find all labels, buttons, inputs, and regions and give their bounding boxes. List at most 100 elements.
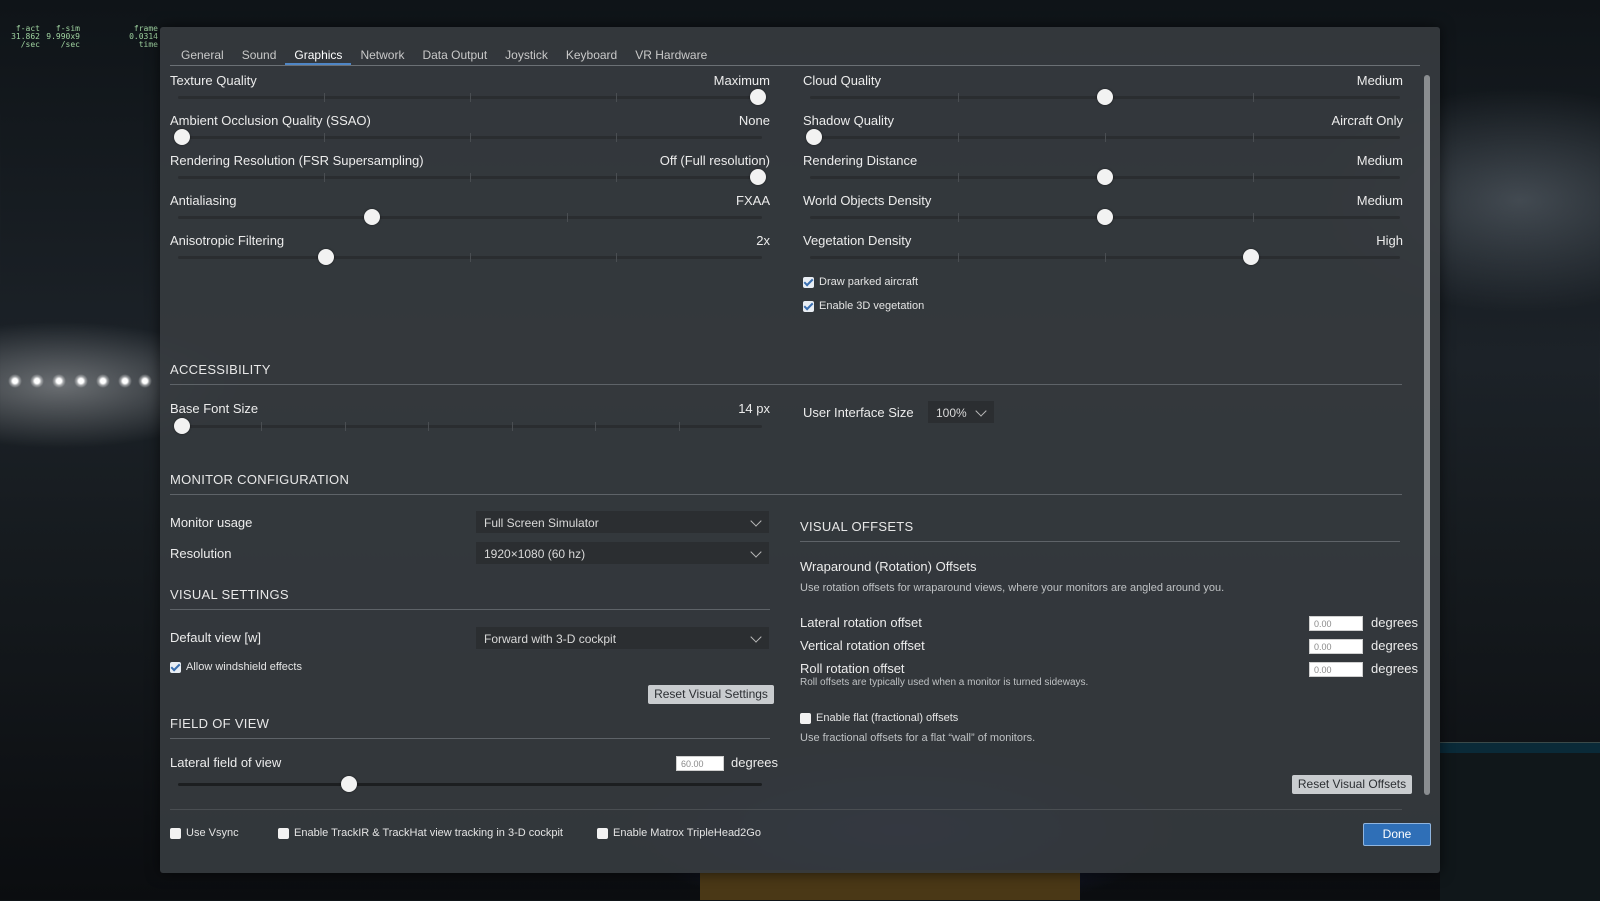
tab-sound[interactable]: Sound bbox=[233, 47, 286, 65]
roll-rotation-label: Roll rotation offset bbox=[800, 661, 905, 676]
done-button[interactable]: Done bbox=[1363, 823, 1431, 846]
world-objects-density-slider[interactable] bbox=[810, 207, 1400, 227]
default-view-dropdown[interactable]: Forward with 3-D cockpit bbox=[476, 627, 769, 649]
slider-tick bbox=[1253, 213, 1254, 222]
texture-quality-slider[interactable] bbox=[178, 87, 766, 107]
checkbox-label: Enable Matrox TripleHead2Go bbox=[613, 827, 761, 839]
resolution-dropdown[interactable]: 1920×1080 (60 hz) bbox=[476, 542, 769, 564]
checkbox-box[interactable] bbox=[597, 827, 608, 839]
chevron-down-icon bbox=[750, 515, 762, 527]
roll-offset-note: Roll offsets are typically used when a m… bbox=[800, 677, 1089, 688]
tab-general[interactable]: General bbox=[172, 47, 233, 65]
tab-graphics[interactable]: Graphics bbox=[285, 47, 352, 65]
shadow-quality-slider[interactable] bbox=[806, 127, 1400, 147]
rendering-resolution-slider[interactable] bbox=[178, 167, 766, 187]
runway-lights bbox=[0, 372, 156, 392]
antialiasing-label: Antialiasing bbox=[170, 193, 237, 208]
checkbox-box[interactable] bbox=[803, 300, 814, 312]
ssao-quality-slider[interactable] bbox=[174, 127, 762, 147]
enable-3d-vegetation-checkbox[interactable]: Enable 3D vegetation bbox=[803, 300, 924, 312]
lateral-fov-input[interactable]: 60.00 bbox=[676, 756, 724, 771]
shadow-quality-label: Shadow Quality bbox=[803, 113, 895, 128]
slider-tick bbox=[470, 253, 471, 262]
antialiasing-slider[interactable] bbox=[178, 207, 762, 227]
rendering-distance-label: Rendering Distance bbox=[803, 153, 918, 168]
tab-network[interactable]: Network bbox=[351, 47, 413, 65]
vegetation-density-slider[interactable] bbox=[810, 247, 1400, 267]
section-divider bbox=[170, 384, 1402, 385]
accessibility-heading: ACCESSIBILITY bbox=[170, 362, 271, 377]
tab-keyboard[interactable]: Keyboard bbox=[557, 47, 626, 65]
slider-thumb[interactable] bbox=[1097, 169, 1113, 185]
slider-thumb[interactable] bbox=[341, 776, 357, 792]
base-font-size-label: Base Font Size bbox=[170, 401, 259, 416]
vertical-rotation-input[interactable]: 0.00 bbox=[1309, 639, 1363, 654]
slider-tick bbox=[616, 133, 617, 142]
lateral-rotation-input[interactable]: 0.00 bbox=[1309, 616, 1363, 631]
tab-vr-hardware[interactable]: VR Hardware bbox=[626, 47, 716, 65]
slider-tick bbox=[470, 173, 471, 182]
cockpit-panel bbox=[700, 870, 1080, 900]
checkbox-box[interactable] bbox=[800, 712, 811, 724]
slider-tick bbox=[958, 173, 959, 182]
matrox-checkbox[interactable]: Enable Matrox TripleHead2Go bbox=[597, 827, 761, 839]
flat-offsets-checkbox[interactable]: Enable flat (fractional) offsets bbox=[800, 712, 958, 724]
windshield-effects-checkbox[interactable]: Allow windshield effects bbox=[170, 661, 302, 673]
tab-divider bbox=[170, 65, 1420, 66]
slider-tick bbox=[595, 422, 596, 431]
lateral-fov-label: Lateral field of view bbox=[170, 755, 282, 770]
scrollbar-thumb[interactable] bbox=[1424, 75, 1430, 795]
slider-tick bbox=[345, 422, 346, 431]
slider-tick bbox=[679, 422, 680, 431]
roll-rotation-input[interactable]: 0.00 bbox=[1309, 662, 1363, 677]
checkbox-label: Enable flat (fractional) offsets bbox=[816, 712, 959, 724]
vegetation-density-label: Vegetation Density bbox=[803, 233, 912, 248]
slider-thumb[interactable] bbox=[1097, 89, 1113, 105]
slider-tick bbox=[261, 422, 262, 431]
slider-thumb[interactable] bbox=[174, 418, 190, 434]
draw-parked-aircraft-checkbox[interactable]: Draw parked aircraft bbox=[803, 276, 918, 288]
chevron-down-icon bbox=[750, 546, 762, 558]
vsync-checkbox[interactable]: Use Vsync bbox=[170, 827, 239, 839]
base-font-size-slider[interactable] bbox=[174, 416, 762, 436]
cloud-quality-slider[interactable] bbox=[810, 87, 1400, 107]
flat-offsets-description: Use fractional offsets for a flat “wall”… bbox=[800, 732, 1036, 744]
slider-tick bbox=[1105, 253, 1106, 262]
checkbox-box[interactable] bbox=[803, 276, 814, 288]
monitor-config-heading: MONITOR CONFIGURATION bbox=[170, 472, 350, 487]
slider-thumb[interactable] bbox=[1243, 249, 1259, 265]
slider-thumb[interactable] bbox=[806, 129, 822, 145]
tab-data-output[interactable]: Data Output bbox=[413, 47, 496, 65]
resolution-label: Resolution bbox=[170, 546, 232, 561]
tab-joystick[interactable]: Joystick bbox=[496, 47, 557, 65]
anisotropic-filtering-slider[interactable] bbox=[178, 247, 762, 267]
slider-thumb[interactable] bbox=[364, 209, 380, 225]
checkbox-box[interactable] bbox=[170, 827, 181, 839]
cloud-quality-value: Medium bbox=[1356, 73, 1403, 88]
slider-tick bbox=[324, 133, 325, 142]
reset-visual-settings-button[interactable]: Reset Visual Settings bbox=[648, 685, 774, 704]
slider-thumb[interactable] bbox=[750, 169, 766, 185]
slider-thumb[interactable] bbox=[174, 129, 190, 145]
slider-thumb[interactable] bbox=[750, 89, 766, 105]
slider-thumb[interactable] bbox=[1097, 209, 1113, 225]
visual-settings-heading: VISUAL SETTINGS bbox=[170, 587, 289, 602]
trackir-checkbox[interactable]: Enable TrackIR & TrackHat view tracking … bbox=[278, 827, 563, 839]
rendering-resolution-value: Off (Full resolution) bbox=[659, 153, 770, 168]
ui-size-dropdown[interactable]: 100% bbox=[928, 401, 994, 423]
reset-visual-offsets-button[interactable]: Reset Visual Offsets bbox=[1292, 775, 1412, 794]
ssao-quality-label: Ambient Occlusion Quality (SSAO) bbox=[170, 113, 371, 128]
vertical-scrollbar[interactable] bbox=[1424, 75, 1430, 795]
slider-thumb[interactable] bbox=[318, 249, 334, 265]
checkbox-box[interactable] bbox=[278, 827, 289, 839]
slider-tick bbox=[958, 213, 959, 222]
lateral-fov-slider[interactable] bbox=[178, 774, 762, 794]
cloud-quality-label: Cloud Quality bbox=[803, 73, 882, 88]
ssao-quality-value: None bbox=[738, 113, 770, 128]
rendering-distance-slider[interactable] bbox=[810, 167, 1400, 187]
checkbox-box[interactable] bbox=[170, 661, 181, 673]
monitor-usage-dropdown[interactable]: Full Screen Simulator bbox=[476, 511, 769, 533]
shadow-quality-value: Aircraft Only bbox=[1331, 113, 1403, 128]
section-divider bbox=[170, 609, 770, 610]
slider-tick bbox=[1253, 133, 1254, 142]
